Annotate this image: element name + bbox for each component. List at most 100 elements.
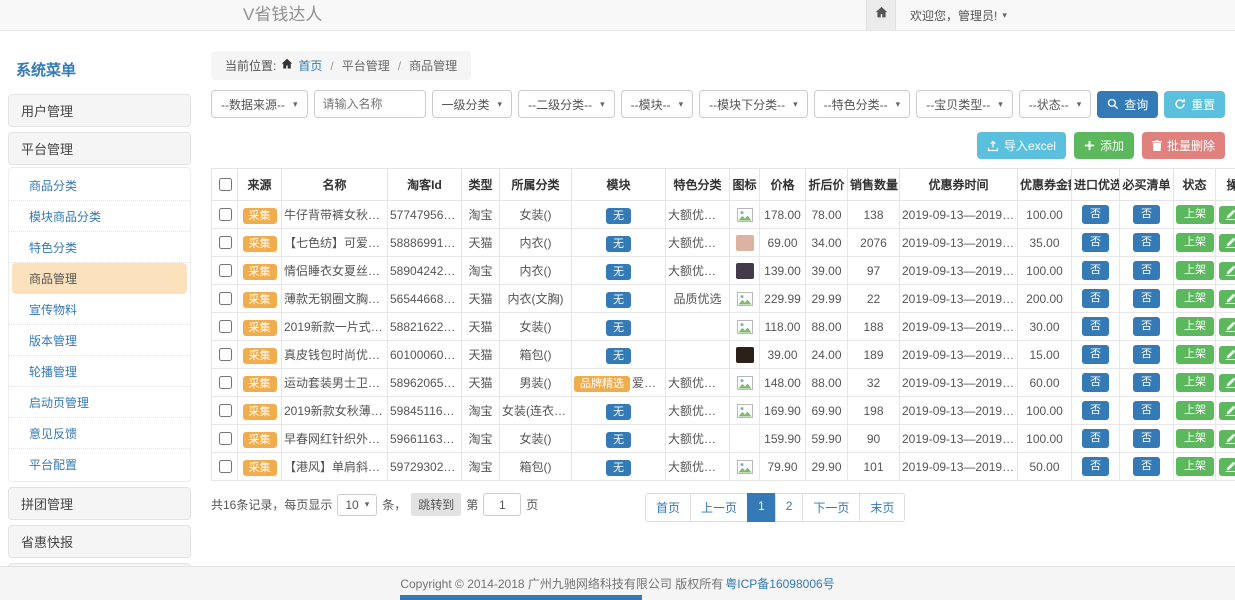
imported-toggle[interactable]: 否 (1082, 205, 1109, 223)
sidebar-item[interactable]: 模块商品分类 (9, 201, 190, 232)
edit-button[interactable] (1219, 290, 1235, 308)
add-button[interactable]: 添加 (1074, 132, 1134, 159)
edit-button[interactable] (1219, 430, 1235, 448)
filter-select[interactable]: --宝贝类型--▾ (916, 90, 1013, 118)
row-checkbox[interactable] (219, 376, 232, 389)
goods-table: 来源名称淘客Id类型所属分类模块特色分类图标价格折后价销售数量优惠券时间优惠券金… (211, 168, 1235, 481)
must-buy-toggle[interactable]: 否 (1133, 373, 1160, 391)
broken-image-icon (737, 292, 753, 306)
home-button[interactable] (866, 0, 896, 30)
sales-count: 97 (848, 257, 900, 285)
data-source-select[interactable]: --数据来源-- ▾ (211, 90, 308, 118)
batch-delete-button[interactable]: 批量删除 (1142, 132, 1225, 159)
imported-toggle[interactable]: 否 (1082, 429, 1109, 447)
module-badge: 品牌精选 (574, 376, 630, 392)
sidebar-item[interactable]: 平台配置 (9, 449, 190, 479)
filter-select[interactable]: --模块下分类--▾ (699, 90, 808, 118)
status-button[interactable]: 上架 (1176, 289, 1214, 307)
imported-toggle[interactable]: 否 (1082, 233, 1109, 251)
edit-button[interactable] (1219, 374, 1235, 392)
imported-toggle[interactable]: 否 (1082, 261, 1109, 279)
status-button[interactable]: 上架 (1176, 261, 1214, 279)
category: 内衣() (500, 229, 572, 257)
status-button[interactable]: 上架 (1176, 401, 1214, 419)
edit-button[interactable] (1219, 458, 1235, 476)
sidebar-group[interactable]: 用户管理 (8, 94, 191, 127)
row-checkbox[interactable] (219, 348, 232, 361)
pager-item[interactable]: 1 (747, 493, 776, 522)
edit-button[interactable] (1219, 318, 1235, 336)
must-buy-toggle[interactable]: 否 (1133, 317, 1160, 335)
breadcrumb-home-link[interactable]: 首页 (298, 57, 322, 74)
sidebar-item[interactable]: 商品管理 (12, 263, 187, 294)
imported-toggle[interactable]: 否 (1082, 345, 1109, 363)
jump-page-input[interactable] (483, 493, 521, 516)
icp-link[interactable]: 粤ICP备16098006号 (725, 575, 834, 592)
sidebar-item[interactable]: 版本管理 (9, 325, 190, 356)
edit-button[interactable] (1219, 262, 1235, 280)
feature-category: 大额优惠券 (666, 257, 730, 285)
sidebar-item[interactable]: 宣传物料 (9, 294, 190, 325)
imported-toggle[interactable]: 否 (1082, 289, 1109, 307)
row-checkbox[interactable] (219, 432, 232, 445)
pager-item[interactable]: 下一页 (802, 493, 860, 522)
sidebar-item[interactable]: 商品分类 (9, 170, 190, 201)
filter-select[interactable]: --特色分类--▾ (814, 90, 911, 118)
import-excel-button[interactable]: 导入excel (977, 132, 1066, 159)
row-checkbox[interactable] (219, 460, 232, 473)
must-buy-toggle[interactable]: 否 (1133, 233, 1160, 251)
sidebar-item[interactable]: 特色分类 (9, 232, 190, 263)
row-checkbox[interactable] (219, 292, 232, 305)
status-button[interactable]: 上架 (1176, 233, 1214, 251)
sidebar-item[interactable]: 轮播管理 (9, 356, 190, 387)
must-buy-toggle[interactable]: 否 (1133, 457, 1160, 475)
edit-button[interactable] (1219, 402, 1235, 420)
sidebar-group[interactable]: 省惠快报 (8, 525, 191, 558)
must-buy-toggle[interactable]: 否 (1133, 289, 1160, 307)
select-all-checkbox[interactable] (219, 178, 232, 191)
sidebar-item[interactable]: 启动页管理 (9, 387, 190, 418)
must-buy-toggle[interactable]: 否 (1133, 205, 1160, 223)
sidebar-group[interactable]: 平台管理 (8, 132, 191, 165)
pager-item[interactable]: 首页 (645, 493, 691, 522)
sidebar-group[interactable]: 拼团管理 (8, 487, 191, 520)
name-search-input[interactable] (314, 90, 426, 118)
status-button[interactable]: 上架 (1176, 457, 1214, 475)
page-size-select[interactable]: 10 ▾ (337, 494, 377, 516)
sidebar-item[interactable]: 意见反馈 (9, 418, 190, 449)
filter-select[interactable]: --模块--▾ (621, 90, 694, 118)
reset-button[interactable]: 重置 (1164, 91, 1225, 118)
imported-toggle[interactable]: 否 (1082, 457, 1109, 475)
status-button[interactable]: 上架 (1176, 345, 1214, 363)
edit-button[interactable] (1219, 234, 1235, 252)
pager-item[interactable]: 末页 (859, 493, 905, 522)
row-checkbox[interactable] (219, 236, 232, 249)
jump-button[interactable]: 跳转到 (411, 493, 461, 516)
pager-item[interactable]: 上一页 (690, 493, 748, 522)
edit-button[interactable] (1219, 206, 1235, 224)
row-checkbox[interactable] (219, 320, 232, 333)
row-checkbox[interactable] (219, 208, 232, 221)
pager-item[interactable]: 2 (775, 493, 804, 522)
discount-price: 39.00 (806, 257, 848, 285)
filter-select[interactable]: --二级分类--▾ (518, 90, 615, 118)
must-buy-toggle[interactable]: 否 (1133, 261, 1160, 279)
must-buy-toggle[interactable]: 否 (1133, 401, 1160, 419)
must-buy-toggle[interactable]: 否 (1133, 429, 1160, 447)
search-button[interactable]: 查询 (1097, 91, 1158, 118)
user-menu[interactable]: 欢迎您，管理员! ▾ (896, 0, 1021, 30)
imported-toggle[interactable]: 否 (1082, 373, 1109, 391)
edit-button[interactable] (1219, 346, 1235, 364)
row-checkbox[interactable] (219, 404, 232, 417)
row-checkbox[interactable] (219, 264, 232, 277)
must-buy-toggle[interactable]: 否 (1133, 345, 1160, 363)
status-button[interactable]: 上架 (1176, 205, 1214, 223)
filter-select[interactable]: 一级分类▾ (432, 90, 513, 118)
imported-toggle[interactable]: 否 (1082, 317, 1109, 335)
status-button[interactable]: 上架 (1176, 317, 1214, 335)
imported-toggle[interactable]: 否 (1082, 401, 1109, 419)
status-button[interactable]: 上架 (1176, 373, 1214, 391)
icon-cell (730, 229, 760, 257)
status-button[interactable]: 上架 (1176, 429, 1214, 447)
filter-select[interactable]: --状态--▾ (1019, 90, 1092, 118)
